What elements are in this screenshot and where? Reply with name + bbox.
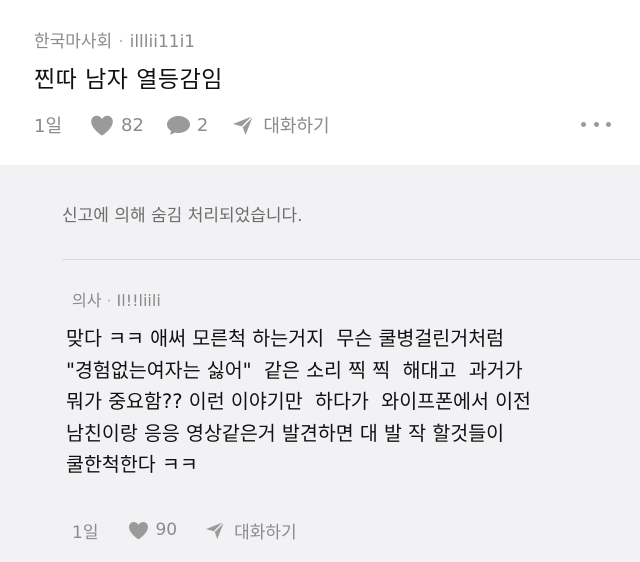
paper-plane-icon [206, 520, 225, 539]
hidden-comment-notice: 신고에 의해 숨김 처리되었습니다. [62, 206, 303, 226]
reply-board-name[interactable]: 의사 [72, 291, 101, 310]
reply-text-line: 맞다 ㅋㅋ 애써 모른척 하는거지 무슨 쿨병걸린거처럼 [66, 327, 505, 350]
post-card: 한국마사회 · illlii11i1 찐따 남자 열등감임 1일 82 2 대화하기 [0, 0, 640, 158]
post-title[interactable]: 찐따 남자 열등감임 [34, 60, 223, 94]
reply-time: 1일 [72, 522, 99, 543]
heart-icon [91, 115, 113, 135]
comments-section: 신고에 의해 숨김 처리되었습니다. 의사 · Il!!liili 맞다 ㅋㅋ 애써… [0, 165, 640, 562]
reply-body: 맞다 ㅋㅋ 애써 모른척 하는거지 무슨 쿨병걸린거처럼 "경험없는여자는 싫어… [66, 323, 636, 481]
like-button[interactable]: 82 [90, 115, 144, 136]
more-dot [581, 121, 586, 127]
reply-text-line: 뭐가 중요함?? 이런 이야기만 하다가 와이프폰에서 이전 [66, 390, 531, 413]
reply-text-line: 남친이랑 응응 영상같은거 발견하면 대 발 작 할것들이 [66, 421, 505, 445]
like-count: 82 [121, 114, 144, 136]
post-meta: 한국마사회 · illlii11i1 [34, 27, 195, 52]
reply-text-line: "경험없는여자는 싫어" 같은 소리 찍 찍 해대고 과거가 [66, 358, 523, 382]
speech-bubble-icon [166, 115, 190, 135]
dm-button[interactable]: 대화하기 [232, 112, 330, 138]
author-name[interactable]: illlii11i1 [130, 32, 196, 52]
reply-dm-button[interactable]: 대화하기 [205, 518, 297, 543]
reply-text-line: 쿨한척한다 ㅋㅋ [66, 453, 198, 476]
more-dot [606, 121, 611, 127]
reply-meta: 의사 · Il!!liili [72, 287, 161, 311]
reply-divider [62, 259, 640, 260]
more-options-button[interactable] [581, 113, 611, 135]
post-actions: 1일 82 2 대화하기 [34, 112, 330, 138]
reply-like-count: 90 [155, 520, 178, 540]
meta-separator: · [118, 32, 124, 52]
paper-plane-icon [233, 114, 254, 135]
post-time: 1일 [34, 116, 63, 137]
comment-count: 2 [196, 114, 209, 136]
comment-button[interactable]: 2 [166, 115, 208, 136]
board-name[interactable]: 한국마사회 [34, 32, 112, 52]
heart-icon [129, 521, 149, 539]
reply-dm-label: 대화하기 [234, 522, 297, 543]
reply-author-name[interactable]: Il!!liili [117, 291, 161, 310]
reply-actions: 1일 90 대화하기 [72, 518, 297, 543]
more-dot [593, 121, 599, 127]
reply-like-button[interactable]: 90 [128, 520, 177, 540]
meta-separator: · [106, 291, 112, 310]
dm-label: 대화하기 [263, 116, 330, 137]
